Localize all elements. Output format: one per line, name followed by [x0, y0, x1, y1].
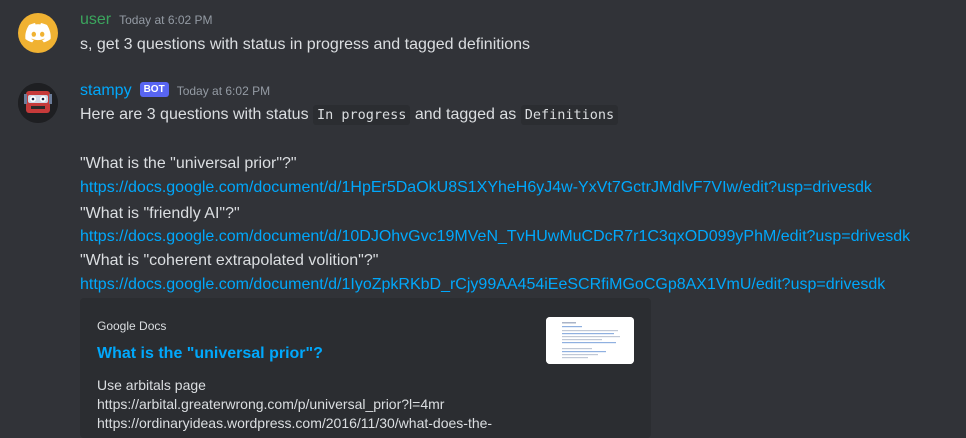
discord-logo-icon: [25, 23, 51, 43]
user-username[interactable]: user: [80, 11, 111, 29]
embed-thumbnail[interactable]: [546, 317, 634, 364]
embed-title[interactable]: What is the "universal prior"?: [97, 345, 323, 363]
bot-username[interactable]: stampy: [80, 82, 132, 100]
question-1-link[interactable]: https://docs.google.com/document/d/1HpEr…: [80, 179, 872, 196]
question-2-title: "What is "friendly AI"?": [80, 205, 240, 222]
question-3-link[interactable]: https://docs.google.com/document/d/1IyoZ…: [80, 276, 885, 293]
question-1-title: "What is the "universal prior"?": [80, 155, 297, 172]
embed-desc-line-2: https://arbital.greaterwrong.com/p/unive…: [97, 396, 445, 412]
user-message-text: s, get 3 questions with status in progre…: [80, 36, 531, 53]
question-3-title: "What is "coherent extrapolated volition…: [80, 252, 379, 269]
user-timestamp: Today at 6:02 PM: [119, 13, 213, 27]
bot-intro-line: Here are 3 questions with status In prog…: [80, 104, 619, 126]
status-code: In progress: [313, 105, 411, 125]
link-embed: Google Docs What is the "universal prior…: [80, 298, 651, 438]
bot-avatar[interactable]: [18, 83, 58, 123]
embed-desc-line-1: Use arbitals page: [97, 377, 206, 393]
bot-timestamp: Today at 6:02 PM: [176, 84, 271, 98]
document-preview-icon: [546, 317, 634, 364]
user-avatar[interactable]: [18, 13, 58, 53]
intro-prefix: Here are 3 questions with status: [80, 106, 314, 123]
tag-code: Definitions: [520, 105, 619, 125]
embed-desc-line-3: https://ordinaryideas.wordpress.com/2016…: [97, 415, 493, 431]
embed-provider[interactable]: Google Docs: [97, 319, 166, 333]
question-2-link[interactable]: https://docs.google.com/document/d/10DJO…: [80, 228, 910, 245]
embed-description: Use arbitals page https://arbital.greate…: [97, 376, 492, 433]
stampy-robot-icon: [18, 83, 58, 123]
bot-badge: BOT: [139, 82, 169, 97]
intro-middle: and tagged as: [410, 106, 521, 123]
